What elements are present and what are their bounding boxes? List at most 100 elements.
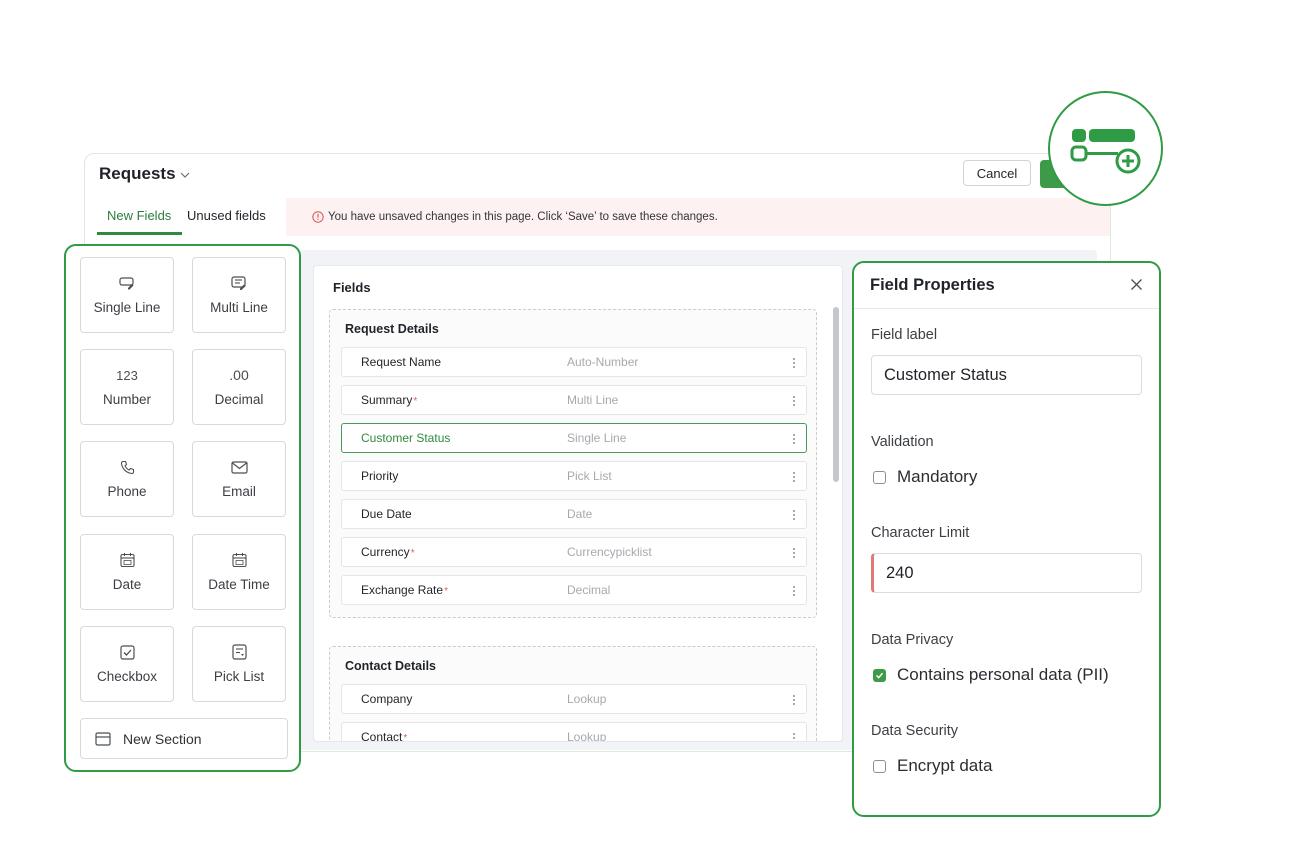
palette-date-time[interactable]: Date Time: [192, 534, 286, 610]
required-marker: *: [444, 586, 448, 597]
more-options-icon[interactable]: [792, 432, 796, 446]
palette-email[interactable]: Email: [192, 441, 286, 517]
mandatory-option[interactable]: Mandatory: [873, 467, 977, 487]
fields-scrollbar[interactable]: [833, 307, 839, 482]
pick-list-icon: [231, 644, 247, 660]
field-type: Auto-Number: [567, 355, 639, 369]
more-options-icon[interactable]: [792, 731, 796, 742]
field-name: Exchange Rate*: [361, 583, 448, 597]
field-name: Contact*: [361, 730, 408, 742]
encrypt-checkbox[interactable]: [873, 759, 886, 773]
single-line-icon: [119, 277, 134, 290]
table-row[interactable]: Contact* Lookup: [341, 722, 807, 742]
palette-number[interactable]: 123 Number: [80, 349, 174, 425]
palette-label: Checkbox: [96, 669, 158, 684]
palette-label: Single Line: [93, 300, 161, 315]
field-label-heading: Field label: [871, 327, 938, 343]
header-bar: Requests Cancel: [85, 154, 1110, 198]
field-name: Summary*: [361, 393, 418, 407]
more-options-icon[interactable]: [792, 394, 796, 408]
section-request-details[interactable]: Request Details Request Name Auto-Number…: [329, 309, 817, 618]
add-field-icon: [1070, 129, 1141, 174]
field-type: Single Line: [567, 431, 627, 445]
field-properties-panel: Field Properties Field label Customer St…: [852, 261, 1161, 817]
pii-option[interactable]: Contains personal data (PII): [873, 665, 1109, 685]
palette-pick-list[interactable]: Pick List: [192, 626, 286, 702]
table-row[interactable]: Request Name Auto-Number: [341, 347, 807, 377]
mandatory-checkbox[interactable]: [873, 470, 886, 484]
field-type: Pick List: [567, 469, 612, 483]
required-marker: *: [410, 548, 415, 559]
field-name: Priority: [361, 469, 399, 483]
table-row[interactable]: Due Date Date: [341, 499, 807, 529]
encrypt-label: Encrypt data: [897, 756, 993, 775]
divider: [854, 308, 1159, 309]
palette-checkbox[interactable]: Checkbox: [80, 626, 174, 702]
palette-multi-line[interactable]: Multi Line: [192, 257, 286, 333]
fields-panel: Fields Request Details Request Name Auto…: [313, 265, 843, 742]
palette-phone[interactable]: Phone: [80, 441, 174, 517]
table-row[interactable]: Summary* Multi Line: [341, 385, 807, 415]
more-options-icon[interactable]: [792, 508, 796, 522]
field-name: Currency*: [361, 545, 415, 559]
required-marker: *: [413, 396, 418, 407]
palette-single-line[interactable]: Single Line: [80, 257, 174, 333]
field-type: Lookup: [567, 692, 607, 706]
active-tab-indicator: [97, 232, 182, 235]
chevron-down-icon[interactable]: [180, 170, 190, 180]
tab-unused-fields[interactable]: Unused fields: [187, 208, 266, 223]
new-section-button[interactable]: New Section: [80, 718, 288, 759]
more-options-icon[interactable]: [792, 693, 796, 707]
more-options-icon[interactable]: [792, 546, 796, 560]
character-limit-input[interactable]: 240: [871, 553, 1142, 593]
palette-decimal[interactable]: .00 Decimal: [192, 349, 286, 425]
phone-icon: [120, 460, 134, 474]
add-field-badge: [1048, 91, 1163, 206]
data-privacy-heading: Data Privacy: [871, 632, 954, 648]
calendar-icon: [119, 553, 135, 568]
table-row[interactable]: Currency* Currencypicklist: [341, 537, 807, 567]
table-row[interactable]: Priority Pick List: [341, 461, 807, 491]
palette-date[interactable]: Date: [80, 534, 174, 610]
new-section-label: New Section: [123, 730, 202, 747]
banner-text: You have unsaved changes in this page. C…: [328, 211, 718, 223]
palette-label: Multi Line: [210, 300, 268, 315]
page-title[interactable]: Requests: [99, 164, 176, 184]
field-name: Request Name: [361, 355, 442, 369]
number-icon: 123: [116, 367, 138, 383]
more-options-icon[interactable]: [792, 470, 796, 484]
pii-label: Contains personal data (PII): [897, 665, 1109, 684]
tab-new-fields[interactable]: New Fields: [107, 208, 171, 223]
field-name: Company: [361, 692, 413, 706]
cancel-button[interactable]: Cancel: [963, 160, 1031, 186]
mandatory-label: Mandatory: [897, 467, 978, 486]
section-contact-details[interactable]: Contact Details Company Lookup Contact* …: [329, 646, 817, 742]
table-row[interactable]: Exchange Rate* Decimal: [341, 575, 807, 605]
field-label-input[interactable]: Customer Status: [871, 355, 1142, 395]
field-type-palette: Single Line Multi Line 123 Number .00 De…: [64, 244, 301, 772]
palette-label: Number: [102, 392, 151, 407]
data-security-heading: Data Security: [871, 723, 959, 739]
section-title: Request Details: [345, 322, 439, 336]
palette-label: Date: [112, 577, 142, 592]
table-row[interactable]: Company Lookup: [341, 684, 807, 714]
palette-label: Date Time: [208, 577, 270, 592]
email-icon: [230, 460, 248, 474]
fields-panel-title: Fields: [333, 280, 371, 295]
properties-title: Field Properties: [870, 276, 995, 294]
more-options-icon[interactable]: [792, 356, 796, 370]
field-type: Lookup: [567, 730, 607, 742]
field-type: Multi Line: [567, 393, 619, 407]
field-type: Date: [567, 507, 593, 521]
field-name: Customer Status: [361, 431, 451, 445]
palette-label: Pick List: [213, 669, 265, 684]
validation-heading: Validation: [871, 434, 934, 450]
close-icon[interactable]: [1130, 278, 1143, 291]
field-name: Due Date: [361, 507, 412, 521]
encrypt-option[interactable]: Encrypt data: [873, 756, 992, 776]
field-tabs: New Fields Unused fields: [85, 198, 286, 236]
more-options-icon[interactable]: [792, 584, 796, 598]
section-title: Contact Details: [345, 659, 436, 673]
pii-checkbox[interactable]: [873, 668, 886, 682]
table-row-selected[interactable]: Customer Status Single Line: [341, 423, 807, 453]
